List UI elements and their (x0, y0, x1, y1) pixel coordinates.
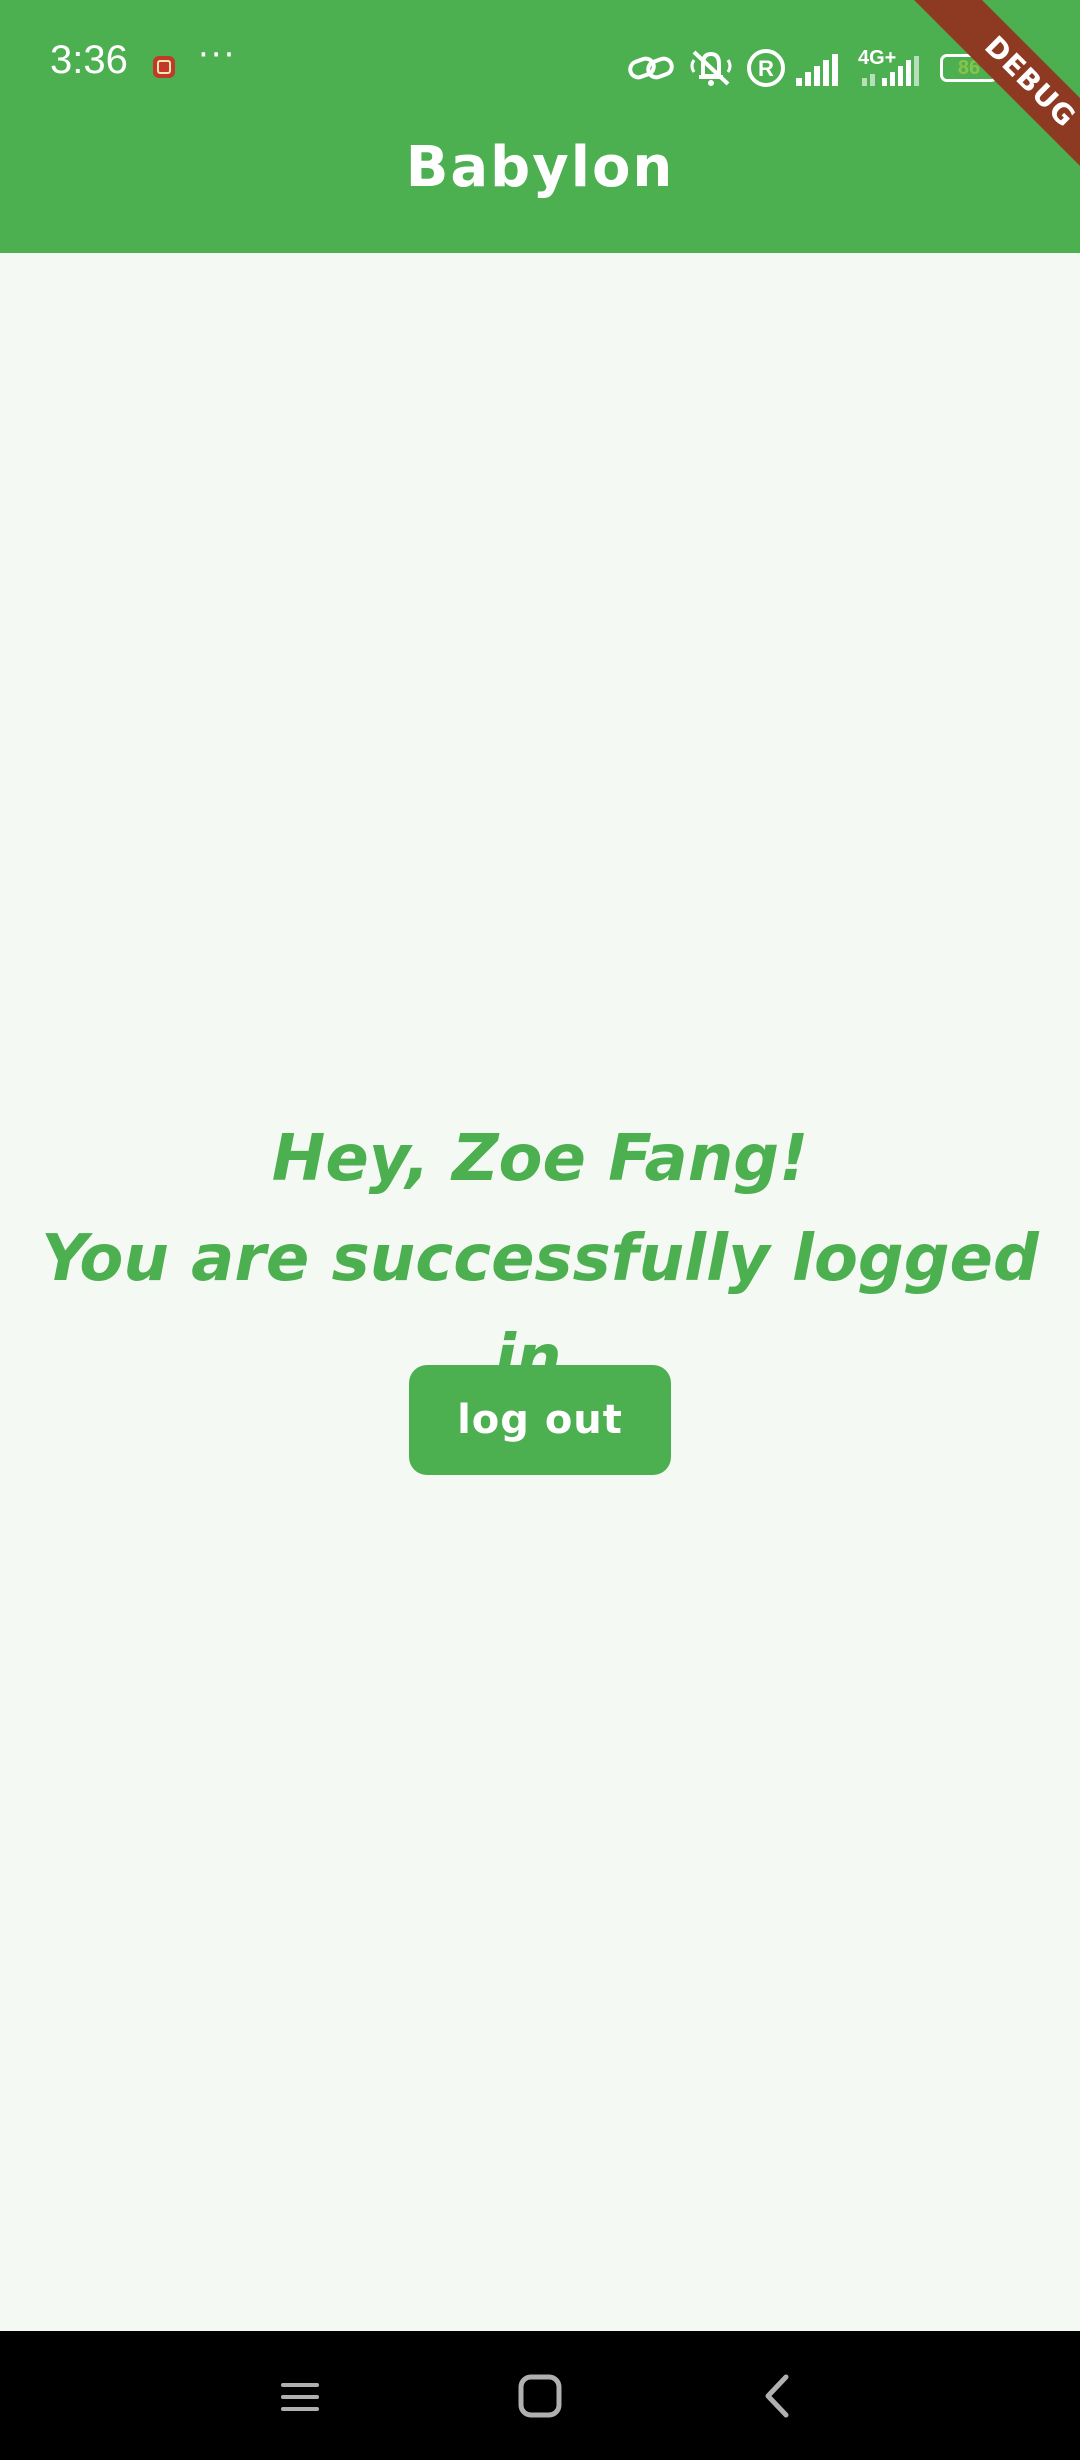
signal-4g-icon (862, 56, 928, 90)
app-title: Babylon (405, 135, 675, 200)
greeting-line1: Hey, Zoe Fang! (271, 1122, 809, 1196)
signal-icon (796, 52, 844, 90)
main-content: Hey, Zoe Fang! You are successfully logg… (0, 253, 1080, 2331)
back-icon[interactable] (743, 2361, 813, 2431)
status-time: 3:36 (50, 38, 128, 82)
app-notification-icon (152, 55, 176, 79)
app-header: 3:36 ··· R 4G+ 86 Babylon (0, 0, 1080, 253)
more-dots-icon: ··· (198, 35, 237, 75)
logout-button[interactable]: log out (409, 1365, 671, 1475)
vibrate-mute-icon (688, 46, 734, 92)
link-icon (628, 52, 674, 88)
home-icon[interactable] (505, 2361, 575, 2431)
greeting-text: Hey, Zoe Fang! You are successfully logg… (0, 1109, 1080, 1409)
svg-text:R: R (758, 56, 774, 81)
status-bar: 3:36 ··· R 4G+ 86 (0, 0, 1080, 130)
menu-icon[interactable] (265, 2361, 335, 2431)
system-nav-bar (0, 2331, 1080, 2460)
registered-icon: R (746, 48, 786, 92)
